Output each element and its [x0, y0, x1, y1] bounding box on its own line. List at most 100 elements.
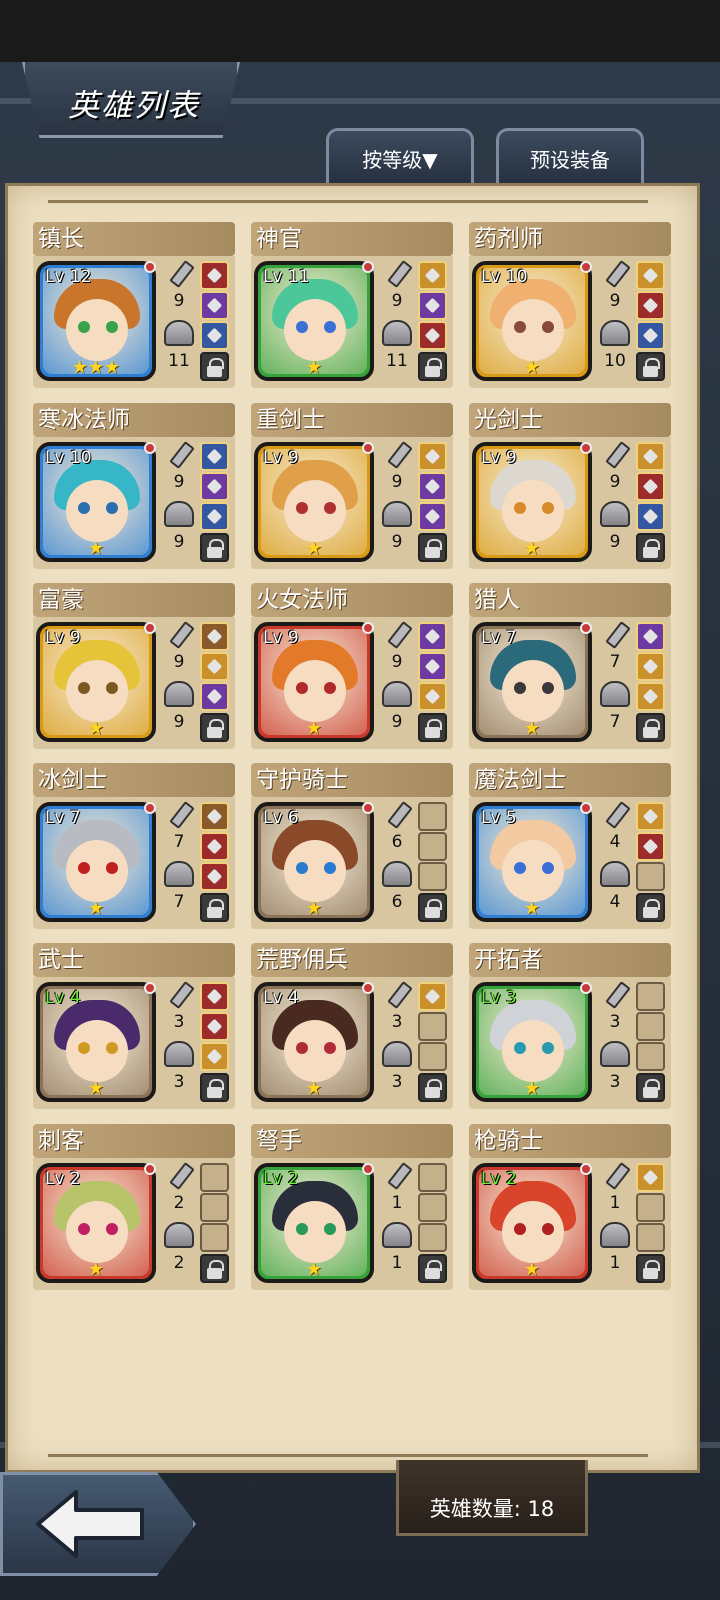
equipment-slot-filled[interactable]	[636, 652, 665, 681]
lock-icon[interactable]	[418, 893, 447, 922]
hero-card[interactable]: 武士 Lv 4 ★ 3 3	[33, 943, 235, 1109]
hero-portrait[interactable]: Lv 7 ★	[472, 622, 592, 742]
lock-icon[interactable]	[418, 713, 447, 742]
hero-card[interactable]: 镇长 Lv 12 ★★★ 9 11	[33, 222, 235, 388]
lock-icon[interactable]	[636, 352, 665, 381]
hero-portrait[interactable]: Lv 11 ★	[254, 261, 374, 381]
equipment-slot-filled[interactable]	[636, 682, 665, 711]
equipment-slot-filled[interactable]	[200, 442, 229, 471]
hero-portrait[interactable]: Lv 10 ★	[472, 261, 592, 381]
equipment-slot-filled[interactable]	[200, 832, 229, 861]
hero-portrait[interactable]: Lv 7 ★	[36, 802, 156, 922]
lock-icon[interactable]	[636, 893, 665, 922]
equipment-slot-filled[interactable]	[636, 502, 665, 531]
hero-card[interactable]: 药剂师 Lv 10 ★ 9 10	[469, 222, 671, 388]
lock-icon[interactable]	[636, 1073, 665, 1102]
equipment-slot-empty[interactable]	[418, 1223, 447, 1252]
equipment-slot-filled[interactable]	[636, 442, 665, 471]
equipment-slot-filled[interactable]	[636, 321, 665, 350]
equipment-slot-empty[interactable]	[418, 832, 447, 861]
lock-icon[interactable]	[418, 1073, 447, 1102]
equipment-slot-empty[interactable]	[200, 1223, 229, 1252]
hero-portrait[interactable]: Lv 9 ★	[254, 442, 374, 562]
equipment-slot-filled[interactable]	[418, 442, 447, 471]
lock-icon[interactable]	[636, 533, 665, 562]
equipment-slot-empty[interactable]	[636, 1042, 665, 1071]
lock-icon[interactable]	[418, 352, 447, 381]
equipment-slot-filled[interactable]	[200, 652, 229, 681]
hero-card[interactable]: 重剑士 Lv 9 ★ 9 9	[251, 403, 453, 569]
equipment-slot-empty[interactable]	[418, 1163, 447, 1192]
equipment-slot-filled[interactable]	[418, 502, 447, 531]
equipment-slot-filled[interactable]	[418, 261, 447, 290]
equipment-slot-empty[interactable]	[200, 1163, 229, 1192]
equipment-slot-empty[interactable]	[418, 1042, 447, 1071]
hero-portrait[interactable]: Lv 2 ★	[254, 1163, 374, 1283]
equipment-slot-filled[interactable]	[636, 802, 665, 831]
equipment-slot-empty[interactable]	[636, 1223, 665, 1252]
hero-portrait[interactable]: Lv 4 ★	[36, 982, 156, 1102]
lock-icon[interactable]	[200, 1254, 229, 1283]
hero-portrait[interactable]: Lv 10 ★	[36, 442, 156, 562]
back-arrow-icon[interactable]	[30, 1486, 150, 1562]
hero-portrait[interactable]: Lv 3 ★	[472, 982, 592, 1102]
equipment-slot-filled[interactable]	[636, 472, 665, 501]
lock-icon[interactable]	[200, 352, 229, 381]
equipment-slot-filled[interactable]	[200, 261, 229, 290]
equipment-slot-empty[interactable]	[636, 982, 665, 1011]
hero-card[interactable]: 刺客 Lv 2 ★ 2 2	[33, 1124, 235, 1290]
preset-equipment-button[interactable]: 预设装备	[496, 128, 644, 186]
equipment-slot-empty[interactable]	[636, 1012, 665, 1041]
equipment-slot-filled[interactable]	[418, 291, 447, 320]
equipment-slot-filled[interactable]	[200, 1012, 229, 1041]
equipment-slot-empty[interactable]	[636, 1193, 665, 1222]
equipment-slot-empty[interactable]	[418, 1193, 447, 1222]
hero-card[interactable]: 开拓者 Lv 3 ★ 3 3	[469, 943, 671, 1109]
hero-portrait[interactable]: Lv 12 ★★★	[36, 261, 156, 381]
hero-portrait[interactable]: Lv 2 ★	[36, 1163, 156, 1283]
hero-card[interactable]: 猎人 Lv 7 ★ 7 7	[469, 583, 671, 749]
hero-portrait[interactable]: Lv 9 ★	[254, 622, 374, 742]
equipment-slot-filled[interactable]	[200, 502, 229, 531]
lock-icon[interactable]	[418, 533, 447, 562]
hero-card[interactable]: 冰剑士 Lv 7 ★ 7 7	[33, 763, 235, 929]
equipment-slot-filled[interactable]	[418, 472, 447, 501]
equipment-slot-empty[interactable]	[418, 802, 447, 831]
hero-card[interactable]: 火女法师 Lv 9 ★ 9 9	[251, 583, 453, 749]
lock-icon[interactable]	[636, 713, 665, 742]
equipment-slot-filled[interactable]	[200, 291, 229, 320]
equipment-slot-filled[interactable]	[418, 321, 447, 350]
equipment-slot-filled[interactable]	[200, 802, 229, 831]
sort-by-level-button[interactable]: 按等级▼	[326, 128, 474, 186]
equipment-slot-filled[interactable]	[418, 622, 447, 651]
lock-icon[interactable]	[636, 1254, 665, 1283]
lock-icon[interactable]	[418, 1254, 447, 1283]
hero-portrait[interactable]: Lv 9 ★	[36, 622, 156, 742]
equipment-slot-filled[interactable]	[200, 682, 229, 711]
hero-portrait[interactable]: Lv 9 ★	[472, 442, 592, 562]
equipment-slot-filled[interactable]	[636, 1163, 665, 1192]
hero-portrait[interactable]: Lv 6 ★	[254, 802, 374, 922]
equipment-slot-filled[interactable]	[418, 682, 447, 711]
hero-card[interactable]: 守护骑士 Lv 6 ★ 6 6	[251, 763, 453, 929]
equipment-slot-empty[interactable]	[636, 862, 665, 891]
hero-card[interactable]: 光剑士 Lv 9 ★ 9 9	[469, 403, 671, 569]
equipment-slot-filled[interactable]	[636, 832, 665, 861]
equipment-slot-filled[interactable]	[200, 862, 229, 891]
hero-card[interactable]: 富豪 Lv 9 ★ 9 9	[33, 583, 235, 749]
equipment-slot-filled[interactable]	[200, 622, 229, 651]
lock-icon[interactable]	[200, 893, 229, 922]
hero-card[interactable]: 寒冰法师 Lv 10 ★ 9 9	[33, 403, 235, 569]
hero-card[interactable]: 魔法剑士 Lv 5 ★ 4 4	[469, 763, 671, 929]
equipment-slot-filled[interactable]	[418, 652, 447, 681]
hero-portrait[interactable]: Lv 4 ★	[254, 982, 374, 1102]
equipment-slot-filled[interactable]	[200, 472, 229, 501]
equipment-slot-filled[interactable]	[636, 261, 665, 290]
hero-portrait[interactable]: Lv 5 ★	[472, 802, 592, 922]
equipment-slot-filled[interactable]	[200, 1042, 229, 1071]
hero-card[interactable]: 枪骑士 Lv 2 ★ 1 1	[469, 1124, 671, 1290]
hero-portrait[interactable]: Lv 2 ★	[472, 1163, 592, 1283]
lock-icon[interactable]	[200, 713, 229, 742]
equipment-slot-filled[interactable]	[200, 982, 229, 1011]
lock-icon[interactable]	[200, 533, 229, 562]
